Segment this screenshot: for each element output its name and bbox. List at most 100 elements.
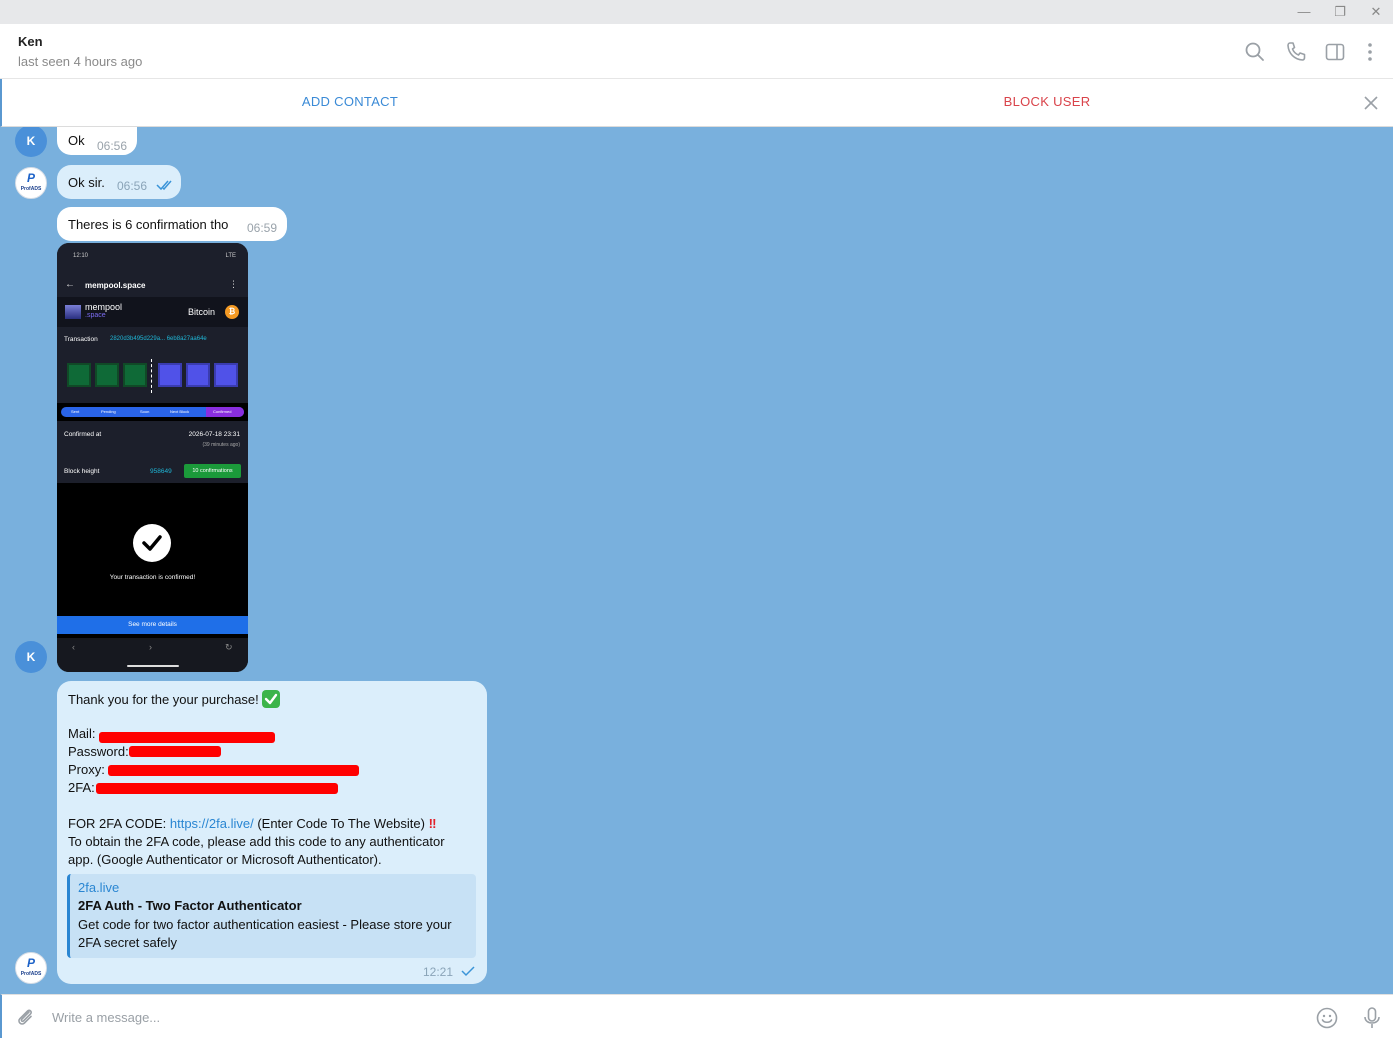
avatar-label: ProfADS <box>20 971 42 977</box>
block-divider <box>151 359 152 393</box>
contact-name[interactable]: Ken <box>18 34 43 49</box>
site-header: mempool .space Bitcoin ₿ <box>57 297 248 327</box>
photo-attachment[interactable]: 12:10 LTE ← mempool.space ⋮ mempool .spa… <box>57 243 248 672</box>
double-exclamation-icon: ‼ <box>428 816 437 831</box>
emoji-icon[interactable] <box>1315 1006 1339 1030</box>
nav-refresh-icon: ↻ <box>225 642 233 652</box>
phone-icon[interactable] <box>1284 40 1308 64</box>
home-indicator <box>127 665 179 667</box>
logo-text: mempool <box>85 302 123 312</box>
transaction-label: Transaction <box>64 336 98 343</box>
phone-signal: LTE <box>225 253 236 259</box>
add-contact-button[interactable]: ADD CONTACT <box>250 94 450 109</box>
close-window-button[interactable]: ✕ <box>1366 3 1386 21</box>
confirmed-label: Confirmed at <box>64 431 102 438</box>
message-bubble[interactable]: Theres is 6 confirmation tho 06:59 <box>57 207 287 241</box>
check-circle-icon <box>133 524 171 562</box>
window-titlebar: — ❐ ✕ <box>0 0 1393 24</box>
mempool-logo-icon <box>65 305 81 319</box>
message-text: Theres is 6 confirmation tho <box>68 217 229 232</box>
paperclip-icon[interactable] <box>14 1006 36 1028</box>
confirmed-value: 2026-07-18 23:31 <box>188 431 240 438</box>
avatar-label: ProfADS <box>20 186 42 192</box>
instruction-line: app. (Google Authenticator or Microsoft … <box>68 852 382 867</box>
nav-back-icon: ‹ <box>72 642 75 652</box>
network-label: Bitcoin <box>188 307 216 317</box>
avatar[interactable]: P ProfADS <box>15 167 47 199</box>
transaction-hash: 2820d3b495d229a... 6eb8a27aa64e <box>110 336 207 342</box>
message-bubble[interactable]: Thank you for the your purchase! Mail: P… <box>57 681 487 984</box>
block-user-button[interactable]: BLOCK USER <box>947 94 1147 109</box>
avatar[interactable]: K <box>15 641 47 673</box>
proxy-line: Proxy: <box>68 762 105 777</box>
avatar[interactable]: K <box>15 127 47 157</box>
message-time: 06:56 <box>97 139 128 153</box>
message-text: Ok sir. <box>68 175 105 190</box>
contact-action-bar: ADD CONTACT BLOCK USER <box>0 79 1393 127</box>
confirmed-message: Your transaction is confirmed! <box>109 574 196 581</box>
confirmed-ago: (39 minutes ago) <box>202 442 240 448</box>
browser-url-bar: ← mempool.space ⋮ <box>57 275 248 297</box>
message-time: 06:59 <box>247 221 278 235</box>
message-composer <box>0 994 1393 1038</box>
phone-nav-bar: ‹ › ↻ <box>57 638 248 672</box>
twofa-instruction-line: FOR 2FA CODE: https://2fa.live/ (Enter C… <box>68 816 436 831</box>
close-icon[interactable] <box>1360 92 1382 114</box>
thanks-text: Thank you for the your purchase! <box>68 692 259 707</box>
minimize-button[interactable]: — <box>1294 3 1314 21</box>
password-line: Password: <box>68 744 129 759</box>
double-check-icon <box>156 180 172 191</box>
redaction-mark <box>108 765 359 776</box>
mined-block <box>123 363 147 387</box>
redaction-mark <box>99 732 275 743</box>
phone-clock: 12:10 <box>73 253 89 259</box>
sidebar-toggle-icon[interactable] <box>1323 40 1347 64</box>
progress-step: Sent <box>71 409 80 414</box>
check-icon <box>461 966 475 977</box>
twofa-line: 2FA: <box>68 780 95 795</box>
block-height-label: Block height <box>64 468 100 475</box>
block-visualization <box>57 353 248 403</box>
confirmed-row: Confirmed at 2026-07-18 23:31 (39 minute… <box>57 421 248 461</box>
mined-block <box>67 363 91 387</box>
preview-site-name: 2fa.live <box>78 880 120 895</box>
twofa-suffix: (Enter Code To The Website) <box>257 816 425 831</box>
more-vertical-icon[interactable] <box>1358 40 1382 64</box>
phone-status-bar: 12:10 LTE <box>57 243 248 275</box>
link-preview[interactable]: 2fa.live 2FA Auth - Two Factor Authentic… <box>67 874 476 958</box>
preview-description: Get code for two factor authentication e… <box>78 917 452 950</box>
message-bubble[interactable]: Ok 06:56 <box>57 127 137 155</box>
block-height-value: 958649 <box>150 468 172 475</box>
pending-block <box>214 363 238 387</box>
chat-history[interactable]: K P ProfADS K P ProfADS Ok 06:56 Ok sir.… <box>0 127 1393 994</box>
logo-subtext: .space <box>85 312 106 319</box>
instruction-line: To obtain the 2FA code, please add this … <box>68 834 445 849</box>
search-icon[interactable] <box>1243 40 1267 64</box>
menu-dots-icon: ⋮ <box>229 279 238 289</box>
transaction-row: Transaction 2820d3b495d229a... 6eb8a27aa… <box>57 327 248 353</box>
message-time: 06:56 <box>117 179 148 193</box>
message-time: 12:21 <box>423 965 454 979</box>
twofa-prefix: FOR 2FA CODE: <box>68 816 167 831</box>
check-mark-emoji-icon <box>262 690 281 708</box>
redaction-mark <box>96 783 338 794</box>
microphone-icon[interactable] <box>1361 1006 1383 1030</box>
progress-step: Pending <box>101 409 116 414</box>
twofa-label: 2FA: <box>68 780 95 795</box>
chat-header: Ken last seen 4 hours ago <box>0 24 1393 79</box>
profads-logo-icon: P <box>26 956 35 970</box>
avatar[interactable]: P ProfADS <box>15 952 47 984</box>
mail-line: Mail: <box>68 726 95 741</box>
maximize-button[interactable]: ❐ <box>1330 3 1350 21</box>
message-text: Ok <box>68 133 85 148</box>
block-height-row: Block height 958649 10 confirmations <box>57 461 248 483</box>
see-more-details-button: See more details <box>57 616 248 634</box>
message-bubble[interactable]: Ok sir. 06:56 <box>57 165 181 199</box>
transaction-progress: Sent Pending Soon Next Block Confirmed <box>61 407 244 417</box>
twofa-link[interactable]: https://2fa.live/ <box>170 816 254 831</box>
message-input[interactable] <box>52 1006 952 1028</box>
mined-block <box>95 363 119 387</box>
password-label: Password: <box>68 744 129 759</box>
nav-forward-icon: › <box>149 642 152 652</box>
message-line: Thank you for the your purchase! <box>68 690 281 708</box>
